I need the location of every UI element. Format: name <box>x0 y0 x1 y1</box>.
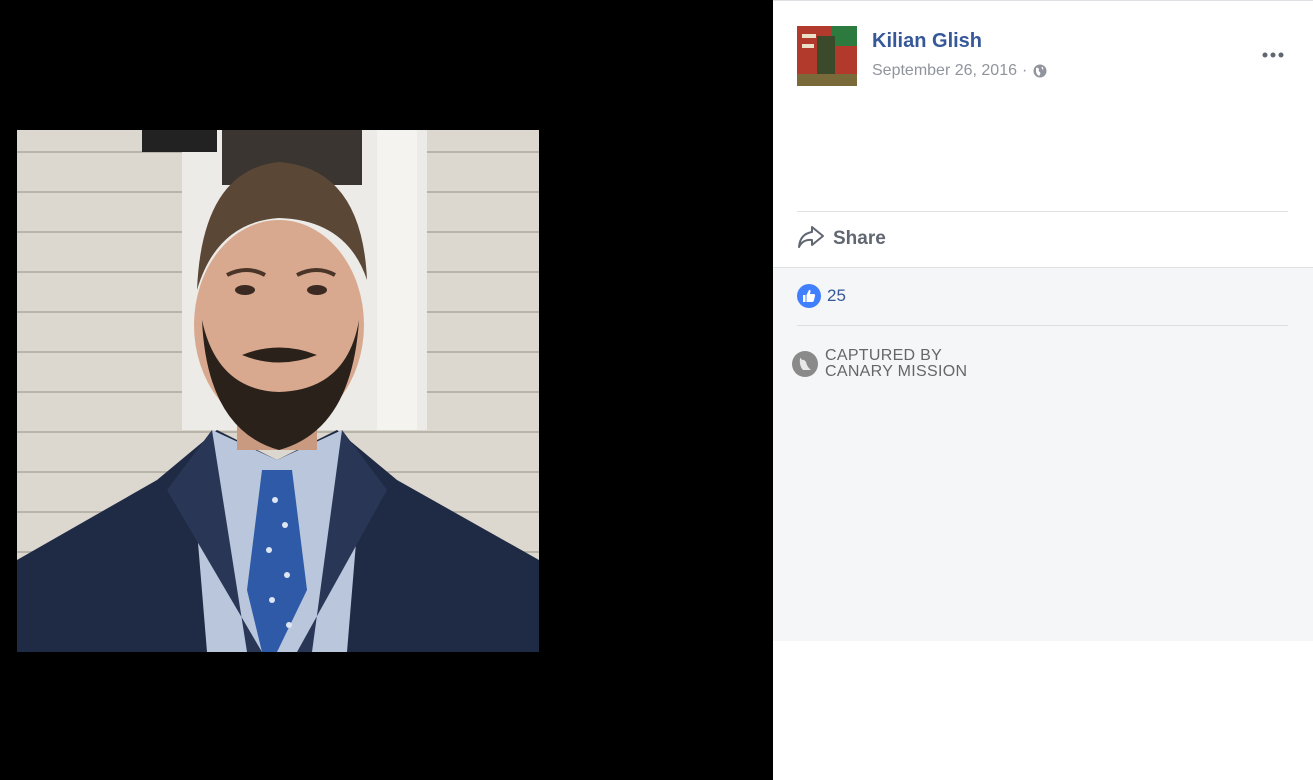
author-name[interactable]: Kilian Glish <box>872 30 982 53</box>
post-header-section: Kilian Glish September 26, 2016 · Share <box>773 0 1313 268</box>
photo-viewer <box>0 0 773 780</box>
panel-footer <box>773 641 1313 780</box>
post-date[interactable]: September 26, 2016 <box>872 62 1017 80</box>
share-arrow-icon <box>797 225 825 254</box>
author-avatar[interactable] <box>797 26 857 86</box>
watermark-line-1: CAPTURED BY <box>825 347 943 364</box>
divider <box>797 211 1288 212</box>
canary-mission-watermark: CAPTURED BY CANARY MISSION <box>791 348 967 380</box>
share-label: Share <box>833 228 886 249</box>
thumbs-up-icon <box>797 284 821 308</box>
canary-logo-icon <box>791 350 819 378</box>
like-count: 25 <box>827 286 846 305</box>
post-feedback-section: 25 CAPTURED BY CANARY MISSION <box>773 267 1313 642</box>
post-meta: September 26, 2016 · <box>872 62 1047 80</box>
watermark-line-2: CANARY MISSION <box>825 363 968 380</box>
meta-separator: · <box>1022 62 1028 79</box>
post-photo[interactable] <box>17 130 539 652</box>
divider <box>797 325 1288 326</box>
reaction-summary[interactable]: 25 <box>797 284 846 308</box>
ellipsis-icon[interactable] <box>1261 45 1285 65</box>
share-button[interactable]: Share <box>797 225 886 253</box>
globe-icon[interactable] <box>1033 64 1047 78</box>
watermark-text: CAPTURED BY CANARY MISSION <box>825 348 967 380</box>
post-side-panel: Kilian Glish September 26, 2016 · Share … <box>773 0 1313 780</box>
